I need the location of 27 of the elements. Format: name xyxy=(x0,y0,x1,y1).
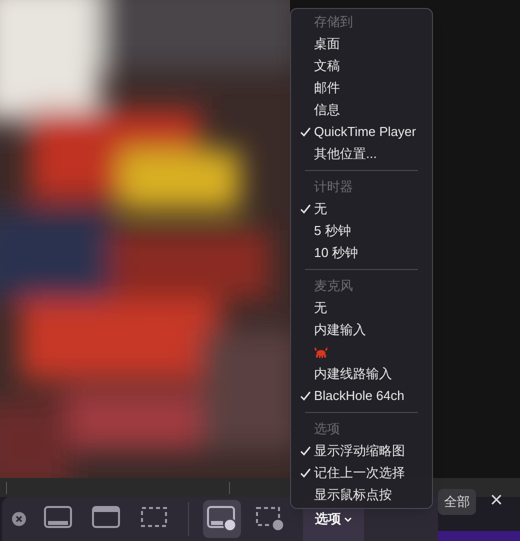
menu-section-header: 存储到 xyxy=(314,13,353,32)
dashed-rectangle-record-icon xyxy=(254,505,286,533)
close-icon[interactable] xyxy=(12,512,26,526)
menu-section-header: 计时器 xyxy=(314,178,353,196)
menu-item[interactable]: BlackHole 64ch xyxy=(291,385,432,407)
menu-item[interactable]: 信息 xyxy=(291,99,432,121)
screen-record-icon xyxy=(206,505,238,533)
record-screen-button[interactable] xyxy=(203,500,241,538)
menu-item[interactable]: 无 xyxy=(291,297,432,319)
menu-section-header: 选项 xyxy=(314,420,340,438)
chevron-down-icon xyxy=(344,516,352,522)
crab-icon xyxy=(314,346,328,358)
menu-item[interactable]: 其他位置... xyxy=(291,143,432,165)
menu-item[interactable]: 邮件 xyxy=(291,77,432,99)
menu-item[interactable]: 显示浮动缩略图 xyxy=(291,440,432,462)
menu-item[interactable]: 文稿 xyxy=(291,55,432,77)
menu-item[interactable]: 记住上一次选择 xyxy=(291,462,432,484)
close-button[interactable]: × xyxy=(490,487,503,513)
menu-item[interactable]: 桌面 xyxy=(291,33,432,55)
menu-item[interactable]: 内建线路输入 xyxy=(291,363,432,385)
menu-item[interactable]: 无 xyxy=(291,198,432,220)
menu-item[interactable]: 10 秒钟 xyxy=(291,242,432,264)
menu-item[interactable]: 5 秒钟 xyxy=(291,220,432,242)
menu-item[interactable]: 内建输入 xyxy=(291,319,432,341)
menu-item[interactable]: QuickTime Player xyxy=(291,121,432,143)
record-all-button[interactable]: 全部 xyxy=(438,489,476,515)
menu-section-header: 麦克风 xyxy=(314,277,353,296)
